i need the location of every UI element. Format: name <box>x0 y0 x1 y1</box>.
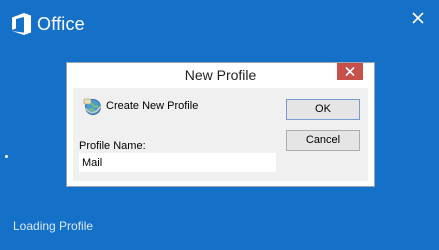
loading-status: Loading Profile <box>13 219 94 233</box>
dialog-body: Create New Profile Profile Name: OK Canc… <box>73 88 368 181</box>
office-splash-screen: Office New Profile Create New Profile Pr… <box>0 0 439 250</box>
dialog-close-button[interactable] <box>337 63 363 80</box>
close-icon[interactable] <box>412 12 424 24</box>
profile-globe-icon <box>83 98 102 115</box>
cancel-button[interactable]: Cancel <box>286 130 360 151</box>
dialog-title: New Profile <box>184 67 257 83</box>
office-logo-icon <box>12 13 31 35</box>
new-profile-dialog: New Profile Create New Profile Profile N… <box>66 62 375 187</box>
profile-name-label: Profile Name: <box>79 140 146 152</box>
ok-button[interactable]: OK <box>286 99 360 120</box>
dialog-heading: Create New Profile <box>106 100 199 112</box>
profile-name-field[interactable] <box>79 153 276 172</box>
progress-dot <box>5 155 8 158</box>
dialog-titlebar: New Profile <box>67 63 374 87</box>
app-name: Office <box>37 14 85 34</box>
close-icon <box>345 67 355 76</box>
